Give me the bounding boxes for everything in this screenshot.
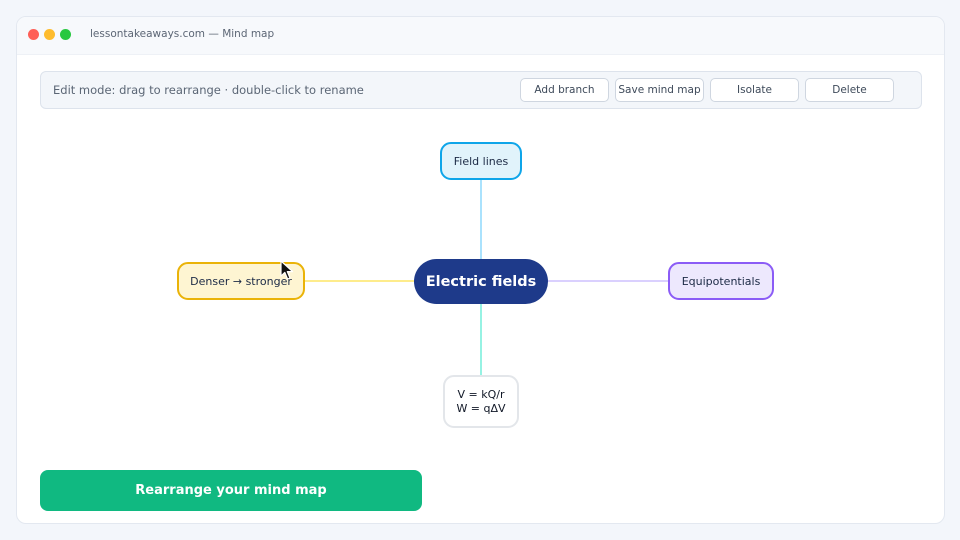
edit-toolbar: Edit mode: drag to rearrange · double-cl… bbox=[40, 71, 922, 109]
mind-map-center-node[interactable]: Electric fields bbox=[414, 259, 548, 304]
rearrange-mind-map-button[interactable]: Rearrange your mind map bbox=[40, 470, 422, 511]
isolate-button[interactable]: Isolate bbox=[710, 78, 799, 102]
window-title: lessontakeaways.com — Mind map bbox=[90, 28, 275, 40]
mouse-pointer-icon bbox=[280, 260, 294, 280]
branch-node-equipotentials[interactable]: Equipotentials bbox=[668, 262, 774, 300]
formula-work: W = qΔV bbox=[456, 401, 506, 415]
branch-node-field-lines[interactable]: Field lines bbox=[440, 142, 522, 180]
maximize-window-button[interactable] bbox=[60, 29, 71, 40]
formula-potential: V = kQ/r bbox=[457, 387, 505, 401]
add-branch-button[interactable]: Add branch bbox=[520, 78, 609, 102]
save-mind-map-button[interactable]: Save mind map bbox=[615, 78, 704, 102]
close-window-button[interactable] bbox=[28, 29, 39, 40]
browser-window: lessontakeaways.com — Mind map Edit mode… bbox=[16, 16, 945, 524]
delete-button[interactable]: Delete bbox=[805, 78, 894, 102]
branch-node-formulas[interactable]: V = kQ/r W = qΔV bbox=[443, 375, 519, 428]
title-bar: lessontakeaways.com — Mind map bbox=[17, 17, 944, 55]
minimize-window-button[interactable] bbox=[44, 29, 55, 40]
edit-mode-hint: Edit mode: drag to rearrange · double-cl… bbox=[53, 83, 364, 97]
